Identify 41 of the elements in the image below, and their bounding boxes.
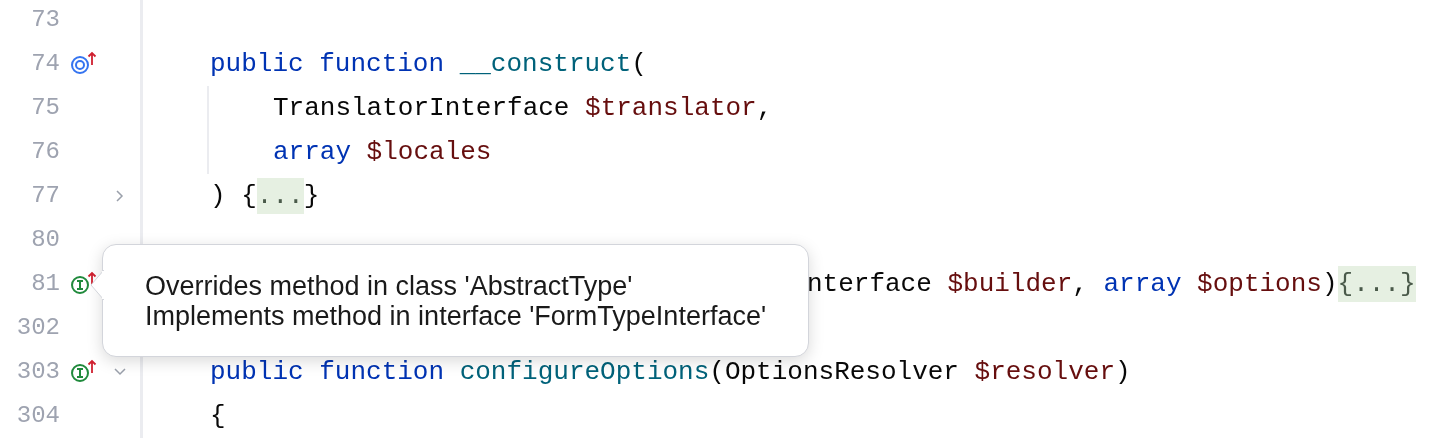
variable-token: $builder <box>946 268 1073 301</box>
code-text: ( <box>631 48 647 81</box>
overriding-method-icon[interactable] <box>70 51 98 77</box>
code-text: , <box>1072 268 1088 301</box>
line-number: 81 <box>31 269 60 299</box>
keyword-token: public <box>210 48 304 81</box>
tooltip-text: Overrides method in class 'AbstractType' <box>145 270 634 301</box>
keyword-token: array <box>273 136 351 169</box>
line-number: 76 <box>31 137 60 167</box>
line-number: 75 <box>31 93 60 123</box>
variable-token: $locales <box>365 136 492 169</box>
keyword-token: array <box>1102 268 1182 301</box>
code-text: (OptionsResolver <box>709 356 959 389</box>
line-number: 73 <box>31 5 60 35</box>
variable-token: $options <box>1196 268 1322 301</box>
line-number: 80 <box>31 225 60 255</box>
keyword-token: function <box>318 48 445 81</box>
function-name: __construct <box>458 48 632 81</box>
tooltip-text: Implements method in interface 'FormTypeInterface' <box>145 300 768 331</box>
folded-code: ... <box>256 178 304 214</box>
line-number: 74 <box>31 49 60 79</box>
code-text: ) <box>1115 356 1131 389</box>
code-text: TranslatorInterface <box>273 92 570 125</box>
code-text: } <box>303 180 320 213</box>
variable-token: $resolver <box>973 356 1115 389</box>
code-text: ) <box>1321 268 1338 301</box>
code-text: { <box>210 400 226 433</box>
line-number: 77 <box>31 181 60 211</box>
line-number: 302 <box>16 313 60 343</box>
implementing-method-icon[interactable] <box>70 359 98 385</box>
code-text: nterface <box>807 268 932 301</box>
line-number: 303 <box>16 357 60 387</box>
keyword-token: function <box>318 356 445 389</box>
implementing-method-icon[interactable] <box>70 271 98 297</box>
code-text: , <box>756 92 773 125</box>
function-name: configureOptions <box>458 356 710 389</box>
code-text: ) { <box>210 180 257 213</box>
keyword-token: public <box>210 356 304 389</box>
line-number: 304 <box>16 401 60 431</box>
variable-token: $translator <box>584 92 757 125</box>
folded-code: {...} <box>1337 266 1416 302</box>
